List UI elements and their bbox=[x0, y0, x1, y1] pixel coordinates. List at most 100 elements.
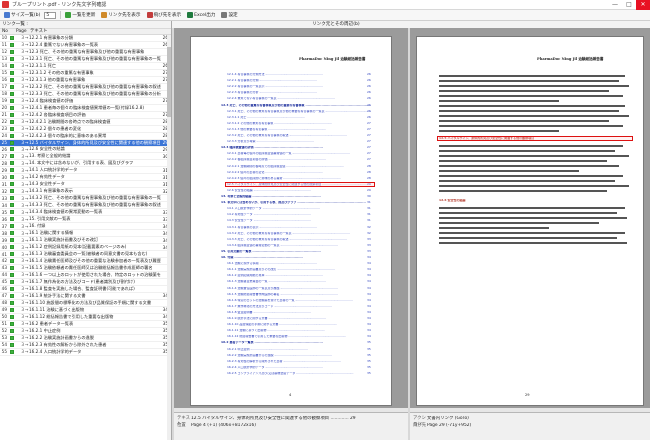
list-item[interactable]: 15 3 → 12.3.1.2 その他の重篤な有害事象 27 bbox=[0, 70, 171, 77]
checkbox[interactable] bbox=[10, 265, 14, 270]
minimize-button[interactable]: — bbox=[608, 0, 622, 10]
settings-button[interactable]: 設定 bbox=[219, 11, 239, 20]
toc-entry[interactable]: 12.4.2 各臨床検査項目の評価 ......................… bbox=[227, 158, 371, 161]
maximize-button[interactable]: □ bbox=[622, 0, 636, 10]
checkbox[interactable] bbox=[10, 293, 14, 298]
list-item[interactable]: 22 3 → 12.4.2.1 治験期間の各時点での臨床検査値 28 bbox=[0, 119, 171, 126]
toc-entry[interactable]: 14.3.4 臨床検査値の異常変動の一覧表 ..................… bbox=[227, 244, 371, 247]
checkbox[interactable] bbox=[10, 307, 14, 312]
checkbox[interactable] bbox=[10, 182, 14, 187]
list-item[interactable]: 23 3 → 12.4.2.2 個々の患者の変化 28 bbox=[0, 126, 171, 133]
checkbox[interactable] bbox=[10, 300, 14, 305]
checkbox[interactable] bbox=[10, 147, 14, 152]
list-item[interactable]: 28 3 → 14. 本文中には含めないが、引用する表、図及びグラフ bbox=[0, 160, 171, 168]
list-item[interactable]: 54 3 → 16.2.3 有効性の解析から除外された患者 35 bbox=[0, 342, 171, 349]
toc-entry[interactable]: 16.1.11 治験に基づく出版物 ......................… bbox=[227, 329, 371, 332]
checkbox[interactable] bbox=[10, 272, 14, 277]
toc-entry[interactable]: 14.1 人口統計学的データ .........................… bbox=[227, 207, 371, 210]
checkbox[interactable] bbox=[10, 168, 14, 173]
toc-entry[interactable]: 12.2.1 有害事象の分類 .........................… bbox=[227, 79, 371, 82]
list-item[interactable]: 52 3 → 16.2.1 中止症例 35 bbox=[0, 328, 171, 335]
list-item[interactable]: 34 3 → 14.3.3 死亡、その他の重篤な有害事象及び他の重要な有害事象の叙述 bbox=[0, 202, 171, 210]
toc-entry[interactable]: 14.2 有効性データ ............................… bbox=[227, 213, 371, 216]
toc-entry[interactable]: 12.3.3 分析及び考察 ..........................… bbox=[227, 140, 371, 143]
toc-entry[interactable]: 13. 考察と全般的結論 ...........................… bbox=[221, 195, 371, 198]
list-item[interactable]: 19 3 → 12.4 臨床検査値の評価 27 bbox=[0, 98, 171, 105]
checkbox[interactable] bbox=[10, 328, 14, 333]
refresh-list-button[interactable]: 一覧を更新 bbox=[63, 11, 97, 20]
list-item[interactable]: 29 3 → 14.1 人口統計学的データ 31 bbox=[0, 167, 171, 175]
checkbox[interactable] bbox=[10, 224, 14, 229]
toc-entry[interactable]: 12.3.1.2 その他の重篤な有害事象 ...................… bbox=[227, 122, 371, 125]
checkbox[interactable] bbox=[10, 196, 14, 201]
list-item[interactable]: 24 3 → 12.4.2.3 個々の臨床的に意味のある異常 28 bbox=[0, 133, 171, 140]
toc-entry[interactable]: 16.1.6 特定のロットの治験薬を受けた患者の一覧 .............… bbox=[227, 299, 371, 302]
list-item[interactable]: 21 3 → 12.4.2 各臨床検査項目の評価 27 bbox=[0, 112, 171, 119]
checkbox[interactable] bbox=[10, 42, 14, 47]
list-item[interactable]: 40 3 → 16.1.2 症例記録用紙の見本(記載要素のページのみ) 34 bbox=[0, 244, 171, 252]
list-item[interactable]: 12 3 → 12.3 死亡、その他の重篤な有害事象及び他の重要な有害事象 bbox=[0, 49, 171, 56]
list-item[interactable]: 39 3 → 16.1.1 治験実施計画書及びその改訂 34 bbox=[0, 237, 171, 245]
toc-entry[interactable]: 14.3.3 死亡、その他の重篤な有害事象の叙述 ...............… bbox=[227, 238, 371, 241]
checkbox[interactable] bbox=[10, 49, 14, 54]
list-item[interactable]: 16 3 → 12.3.1.3 他の重要な有害事象 27 bbox=[0, 77, 171, 84]
list-item[interactable]: 26 3 → 12.6 安全性の結論 29 bbox=[0, 146, 171, 154]
toc-entry[interactable]: 12.4.2.1 治験期間の各時点での臨床検査値 ...............… bbox=[227, 165, 371, 168]
list-item[interactable]: 48 3 → 16.1.10 施設間の標準化の方法及び品質保証の手順に関する文書 bbox=[0, 300, 171, 307]
toc-entry[interactable]: 16.2.5 コンプライアンス及び/又は薬物濃度データ ............… bbox=[227, 372, 371, 375]
checkbox[interactable] bbox=[10, 77, 14, 82]
list-item[interactable]: 46 3 → 16.1.8 監査を実施した場合、監査証明書(可能であれば) bbox=[0, 286, 171, 293]
list-item[interactable]: 443→16.1.6 一つ以上のロットが使用された場合、特定のロットの治験薬を受… bbox=[0, 272, 171, 279]
list-item[interactable]: 45 3 → 16.1.7 無作為化の方法及びコード(患者識別及び割付け) bbox=[0, 279, 171, 286]
checkbox[interactable] bbox=[10, 349, 14, 354]
list-item[interactable]: 43 3 → 16.1.5 治験依頼者の責任医師又は治験総括報告書作成医師の署名 bbox=[0, 265, 171, 272]
list-item[interactable]: 32 3 → 14.3.1 有害事象の表示 32 bbox=[0, 188, 171, 196]
toc-entry[interactable]: 12.6 安全性の結論 ............................… bbox=[227, 189, 371, 192]
toc-entry[interactable]: 12.2.2 有害事象の一覧表示 .......................… bbox=[227, 85, 371, 88]
link-list[interactable]: 10 3 → 12.2.1 有害事象の分類 26 11 3 → 12.2.4 重篤でない有害事象… bbox=[0, 35, 171, 440]
toc-entry[interactable]: 16.1.3 治験審査委員会の一覧 ......................… bbox=[227, 280, 371, 283]
toc-entry[interactable]: 12.4.1 患者毎の個々の臨床検査値異常値の一覧 ..............… bbox=[227, 152, 371, 155]
toc-entry[interactable]: 12.2.4 重篤でない有害事象の一覧表 ...................… bbox=[227, 97, 371, 100]
checkbox[interactable] bbox=[10, 314, 14, 319]
list-item[interactable]: 51 3 → 16.2 患者データ一覧表 35 bbox=[0, 321, 171, 328]
excel-export-button[interactable]: Excel出力 bbox=[185, 11, 217, 20]
list-item[interactable]: 20 3 → 12.4.1 患者毎の個々の臨床検査値異常値の一覧(付録16.2.8) bbox=[0, 105, 171, 112]
toc-entry[interactable]: 12.3 死亡、その他の重篤な有害事象及び他の重要な有害事象 .........… bbox=[221, 104, 371, 107]
list-item[interactable]: 37 3 → 16. 付録 34 bbox=[0, 223, 171, 231]
vertical-scrollbar[interactable] bbox=[167, 35, 171, 440]
checkbox[interactable] bbox=[10, 279, 14, 284]
checkbox[interactable] bbox=[10, 70, 14, 75]
list-item[interactable]: 55 3 → 16.2.4 人口統計学的データ 35 bbox=[0, 349, 171, 356]
checkbox[interactable] bbox=[10, 258, 14, 263]
list-item[interactable]: 50 3 → 16.1.12 総括報告書で引用した重要な出版物 34 bbox=[0, 314, 171, 321]
list-item[interactable]: 30 3 → 14.2 有効性データ 31 bbox=[0, 174, 171, 182]
checkbox[interactable] bbox=[10, 245, 14, 250]
toc-entry[interactable]: 16.2.3 有効性の解析から除外された患者 .................… bbox=[227, 360, 371, 363]
list-item[interactable]: 14 3 → 12.3.1.1 死亡 26 bbox=[0, 63, 171, 70]
show-link-source-button[interactable]: リンク先を表示 bbox=[99, 11, 142, 20]
depth-input[interactable]: 5 bbox=[44, 11, 57, 19]
list-item[interactable]: 41 3 → 16.1.3 治験審査委員会の一覧(被験者の同意文書の見本も含む) bbox=[0, 251, 171, 258]
toc-entry[interactable]: 12.3.1.1 死亡 ............................… bbox=[227, 116, 371, 119]
toc-entry[interactable]: 16.1.2 症例記録用紙の見本 .......................… bbox=[227, 274, 371, 277]
toc-entry[interactable]: 12.2.3 有害事象の分析 .........................… bbox=[227, 91, 371, 94]
checkbox[interactable] bbox=[10, 252, 14, 257]
list-item[interactable]: 38 3 → 16.1 治験に関する情報 34 bbox=[0, 230, 171, 238]
list-item[interactable]: 42 3 → 16.1.4 治験責任医師及びその他の重要な治験参加者の一覧表及び履歴 bbox=[0, 258, 171, 265]
toc-entry[interactable]: 16.1.8 監査証明書 ...........................… bbox=[227, 311, 371, 314]
toc-entry[interactable]: 16.1.12 総括報告書で引用した重要な出版物 ...............… bbox=[227, 335, 371, 338]
toc-entry[interactable]: 16.1 治験に関する情報 ..........................… bbox=[227, 262, 371, 265]
toc-entry[interactable]: 16.2 患者データ一覧表 ..........................… bbox=[221, 341, 371, 344]
destination-viewer[interactable]: PharmaDoc Ning Jil 治験総括報告書 29 12.5 バイタルサ… bbox=[410, 28, 650, 412]
checkbox[interactable] bbox=[10, 133, 14, 138]
toc-entry[interactable]: 14.3.1 有害事象の表示 .........................… bbox=[227, 226, 371, 229]
toc-entry[interactable]: 16. 付録 .................................… bbox=[221, 256, 371, 259]
checkbox[interactable] bbox=[10, 203, 14, 208]
list-item[interactable]: 17 3 → 12.3.2 死亡、その他の重篤な有害事象及び他の重要な有害事象の叙述 bbox=[0, 84, 171, 91]
toc-entry[interactable]: 16.1.9 統計手法に関する文書 ......................… bbox=[227, 317, 371, 320]
checkbox[interactable] bbox=[10, 84, 14, 89]
checkbox[interactable] bbox=[10, 321, 14, 326]
checkbox[interactable] bbox=[10, 335, 14, 340]
toc-entry[interactable]: 16.1.7 無作為化の方法及びコード ....................… bbox=[227, 305, 371, 308]
